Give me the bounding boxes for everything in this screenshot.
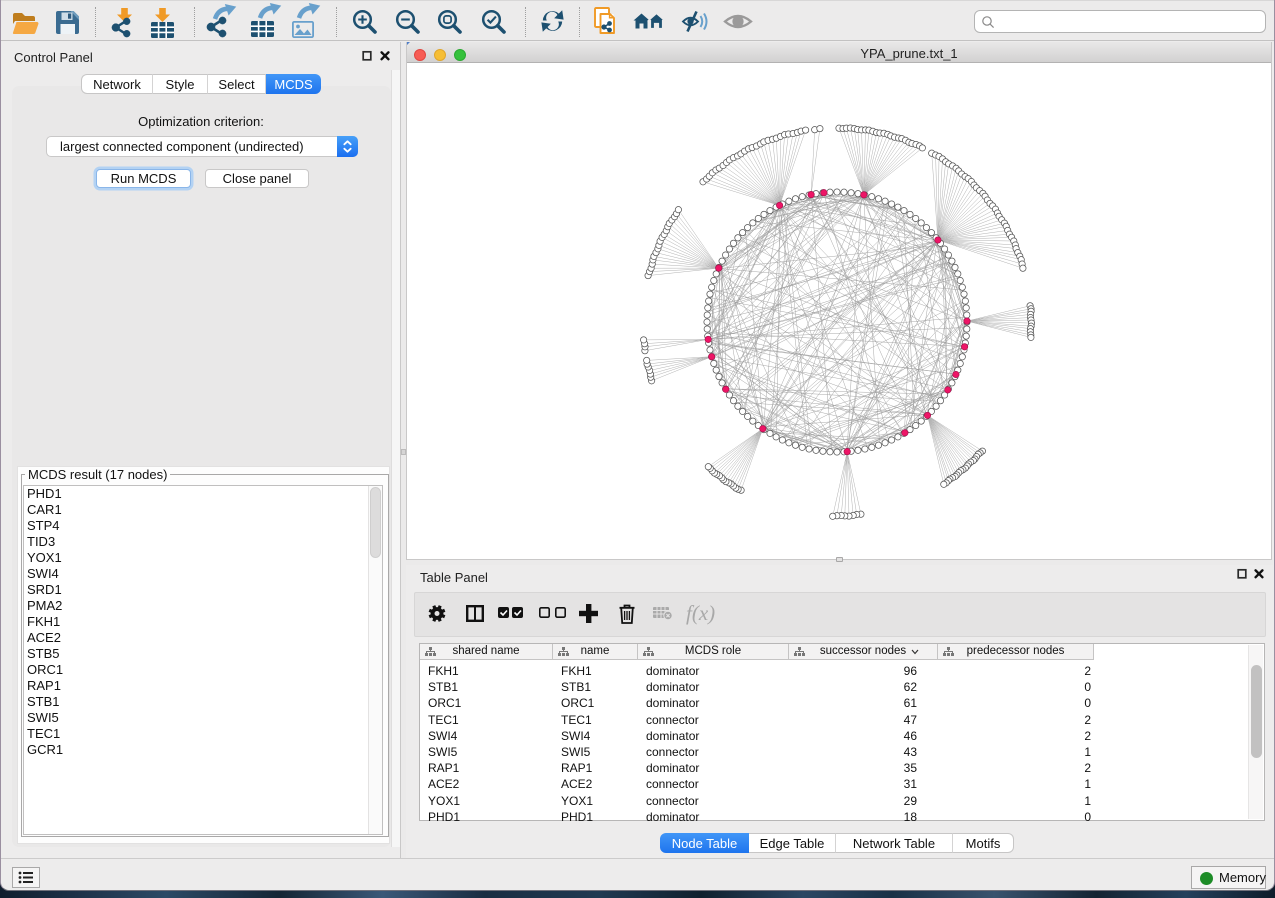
svg-text:f(x): f(x) [686,601,715,625]
